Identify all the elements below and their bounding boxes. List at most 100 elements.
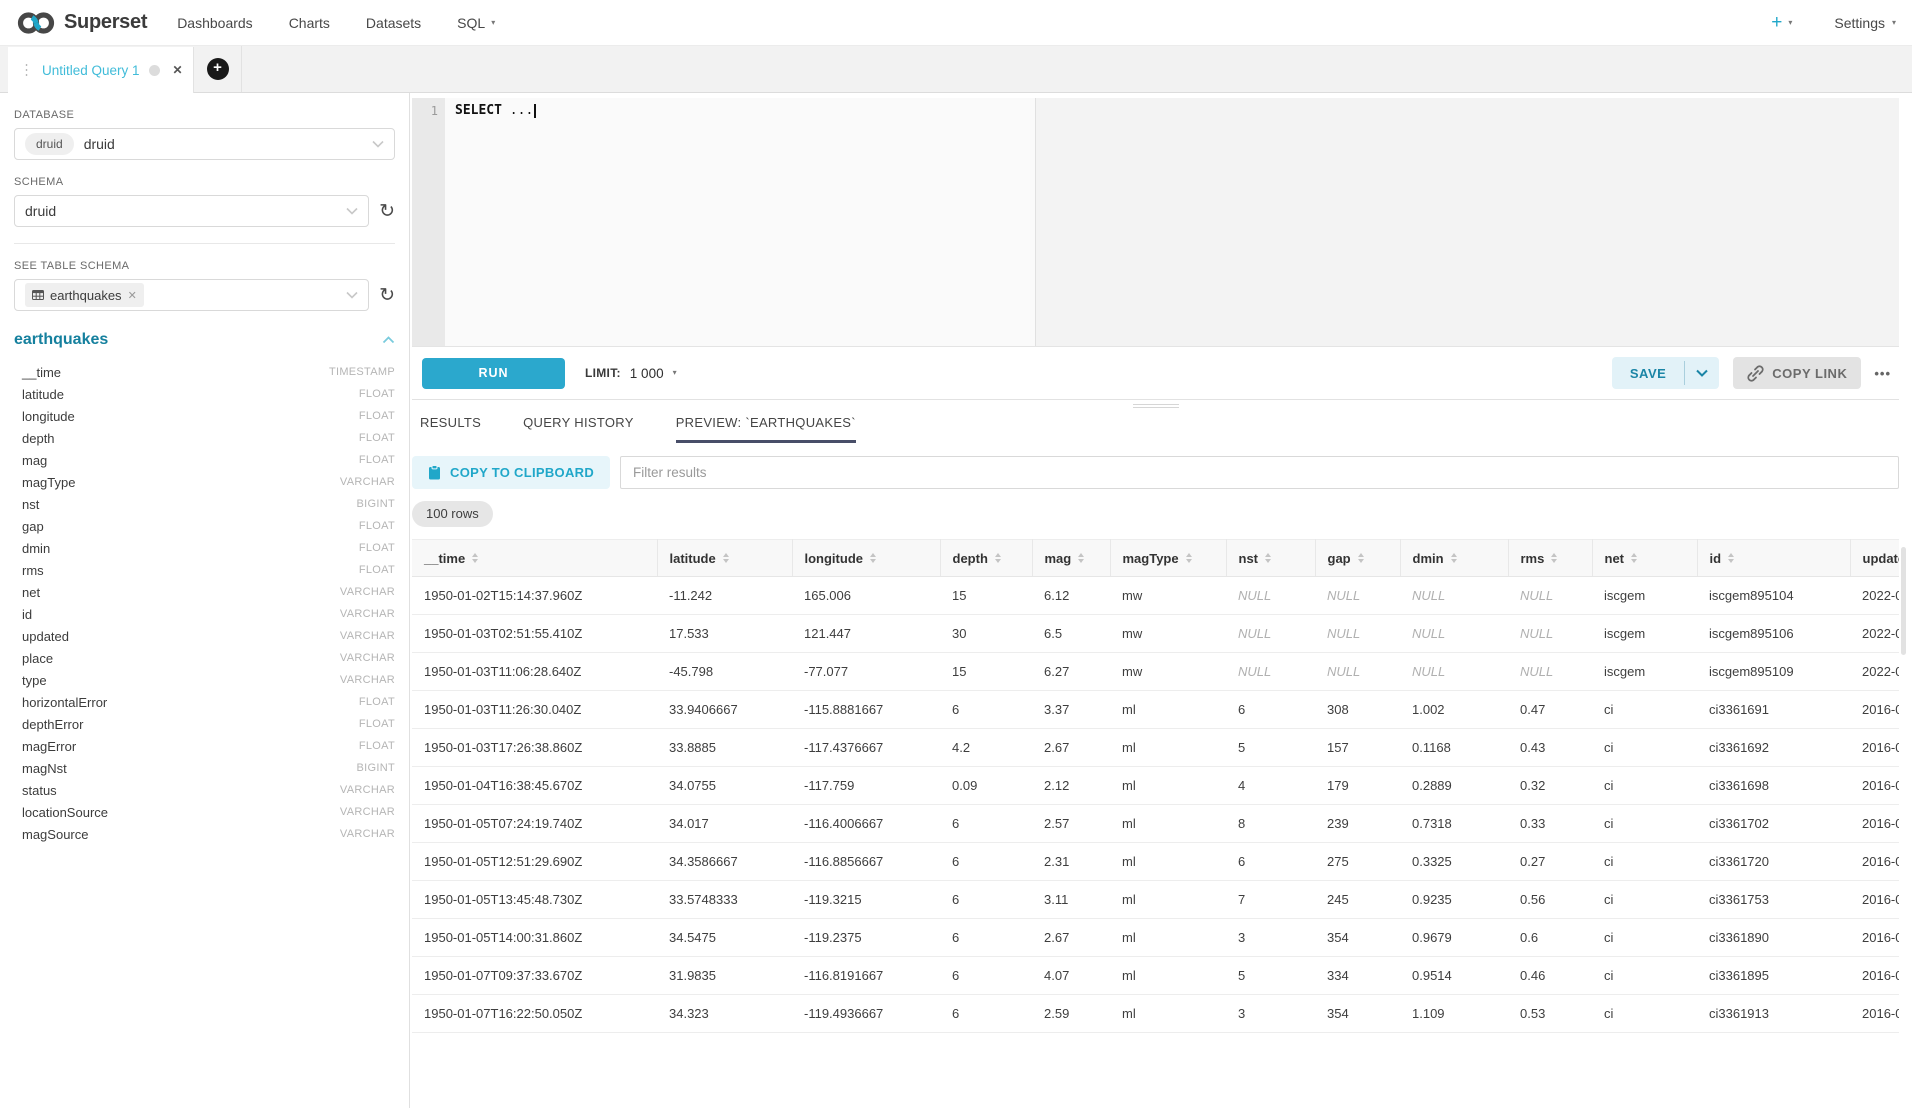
database-select[interactable]: druid druid — [14, 128, 395, 160]
sort-icon[interactable] — [472, 553, 478, 563]
table-cell: iscgem — [1592, 653, 1697, 691]
column-header-net[interactable]: net — [1592, 540, 1697, 577]
table-cell: 6 — [940, 805, 1032, 843]
table-cell: 0.56 — [1508, 881, 1592, 919]
sidebar-divider — [14, 243, 395, 244]
schema-column-name: magType — [22, 475, 75, 490]
save-menu-button[interactable] — [1685, 357, 1719, 389]
nav-item-charts[interactable]: Charts — [289, 15, 330, 31]
limit-dropdown[interactable]: LIMIT: 1 000 ▾ — [585, 366, 677, 381]
schema-column-list: __timeTIMESTAMPlatitudeFLOATlongitudeFLO… — [14, 361, 395, 845]
sort-icon[interactable] — [1728, 553, 1734, 563]
table-scrollbar-thumb[interactable] — [1901, 547, 1906, 655]
close-tab-icon[interactable]: ✕ — [173, 63, 183, 77]
results-tab-0[interactable]: RESULTS — [420, 415, 481, 443]
filter-results-input[interactable] — [620, 456, 1899, 489]
table-cell: 5 — [1226, 729, 1315, 767]
sort-icon[interactable] — [1551, 553, 1557, 563]
sort-icon[interactable] — [995, 553, 1001, 563]
sort-down-arrow — [723, 559, 729, 563]
column-header-updated[interactable]: updated — [1850, 540, 1899, 577]
schema-column-row: depthErrorFLOAT — [14, 713, 395, 735]
sort-icon[interactable] — [723, 553, 729, 563]
column-header-rms[interactable]: rms — [1508, 540, 1592, 577]
schema-column-row: locationSourceVARCHAR — [14, 801, 395, 823]
sort-icon[interactable] — [870, 553, 876, 563]
query-tab-active[interactable]: ⋮ Untitled Query 1 ✕ — [8, 47, 194, 93]
table-row: 1950-01-07T09:37:33.670Z31.9835-116.8191… — [412, 957, 1899, 995]
drag-grip-icon[interactable]: ⋮ — [20, 61, 33, 79]
table-cell: 2.67 — [1032, 919, 1110, 957]
table-cell: ml — [1110, 805, 1226, 843]
table-cell: 0.43 — [1508, 729, 1592, 767]
table-cell: 6 — [940, 843, 1032, 881]
table-select[interactable]: earthquakes ✕ — [14, 279, 369, 311]
sort-down-arrow — [472, 559, 478, 563]
column-header-inner: nst — [1239, 551, 1307, 566]
column-header-inner: __time — [424, 551, 649, 566]
nav-item-datasets[interactable]: Datasets — [366, 15, 421, 31]
table-cell: 8 — [1226, 805, 1315, 843]
table-cell: 6.12 — [1032, 577, 1110, 615]
collapse-chevron-up-icon[interactable] — [382, 336, 395, 344]
table-cell: 0.6 — [1508, 919, 1592, 957]
table-cell: 1950-01-05T12:51:29.690Z — [412, 843, 657, 881]
table-cell: -119.2375 — [792, 919, 940, 957]
pane-resize-handle[interactable] — [412, 400, 1899, 411]
superset-logo[interactable]: Superset — [16, 10, 147, 36]
column-header-__time[interactable]: __time — [412, 540, 657, 577]
editor-surface[interactable]: SELECT ... — [445, 98, 1899, 346]
table-tag[interactable]: earthquakes ✕ — [25, 283, 144, 307]
column-header-mag[interactable]: mag — [1032, 540, 1110, 577]
nav-item-sql[interactable]: SQL▾ — [457, 15, 495, 31]
schema-column-type: FLOAT — [359, 432, 395, 444]
more-options-button[interactable]: ••• — [1874, 366, 1891, 381]
results-tab-2[interactable]: PREVIEW: `EARTHQUAKES` — [676, 415, 856, 443]
sort-icon[interactable] — [1358, 553, 1364, 563]
column-header-inner: dmin — [1413, 551, 1500, 566]
schema-column-name: id — [22, 607, 32, 622]
sort-icon[interactable] — [1451, 553, 1457, 563]
column-header-depth[interactable]: depth — [940, 540, 1032, 577]
column-header-inner: rms — [1521, 551, 1584, 566]
schema-column-type: FLOAT — [359, 388, 395, 400]
column-header-label: depth — [953, 551, 988, 566]
sort-icon[interactable] — [1078, 553, 1084, 563]
settings-menu[interactable]: Settings ▾ — [1834, 15, 1896, 31]
schema-column-name: place — [22, 651, 53, 666]
copy-to-clipboard-button[interactable]: COPY TO CLIPBOARD — [412, 456, 610, 489]
column-header-nst[interactable]: nst — [1226, 540, 1315, 577]
column-header-id[interactable]: id — [1697, 540, 1850, 577]
add-tab-button[interactable]: + — [207, 58, 229, 80]
nav-item-dashboards[interactable]: Dashboards — [177, 15, 253, 31]
column-header-gap[interactable]: gap — [1315, 540, 1400, 577]
run-button[interactable]: RUN — [422, 358, 565, 389]
save-button[interactable]: SAVE — [1612, 357, 1684, 389]
refresh-tables-icon[interactable]: ↻ — [379, 286, 395, 305]
table-cell: 3.37 — [1032, 691, 1110, 729]
column-header-latitude[interactable]: latitude — [657, 540, 792, 577]
sort-up-arrow — [723, 553, 729, 557]
sort-icon[interactable] — [1265, 553, 1271, 563]
sql-editor[interactable]: 1 SELECT ... — [412, 98, 1899, 347]
table-cell: ci — [1592, 919, 1697, 957]
column-header-inner: latitude — [670, 551, 784, 566]
schema-select[interactable]: druid — [14, 195, 369, 227]
column-header-dmin[interactable]: dmin — [1400, 540, 1508, 577]
table-cell: 2.59 — [1032, 995, 1110, 1033]
schema-column-type: FLOAT — [359, 520, 395, 532]
sort-icon[interactable] — [1186, 553, 1192, 563]
remove-table-icon[interactable]: ✕ — [128, 289, 137, 302]
table-cell: NULL — [1400, 577, 1508, 615]
table-cell: -116.8191667 — [792, 957, 940, 995]
column-header-label: net — [1605, 551, 1625, 566]
schema-column-type: VARCHAR — [340, 476, 395, 488]
sort-icon[interactable] — [1631, 553, 1637, 563]
new-item-button[interactable]: + ▾ — [1771, 13, 1792, 32]
schema-column-name: updated — [22, 629, 69, 644]
column-header-longitude[interactable]: longitude — [792, 540, 940, 577]
copy-link-button[interactable]: COPY LINK — [1733, 357, 1861, 389]
column-header-magType[interactable]: magType — [1110, 540, 1226, 577]
results-tab-1[interactable]: QUERY HISTORY — [523, 415, 634, 443]
refresh-schema-icon[interactable]: ↻ — [379, 202, 395, 221]
